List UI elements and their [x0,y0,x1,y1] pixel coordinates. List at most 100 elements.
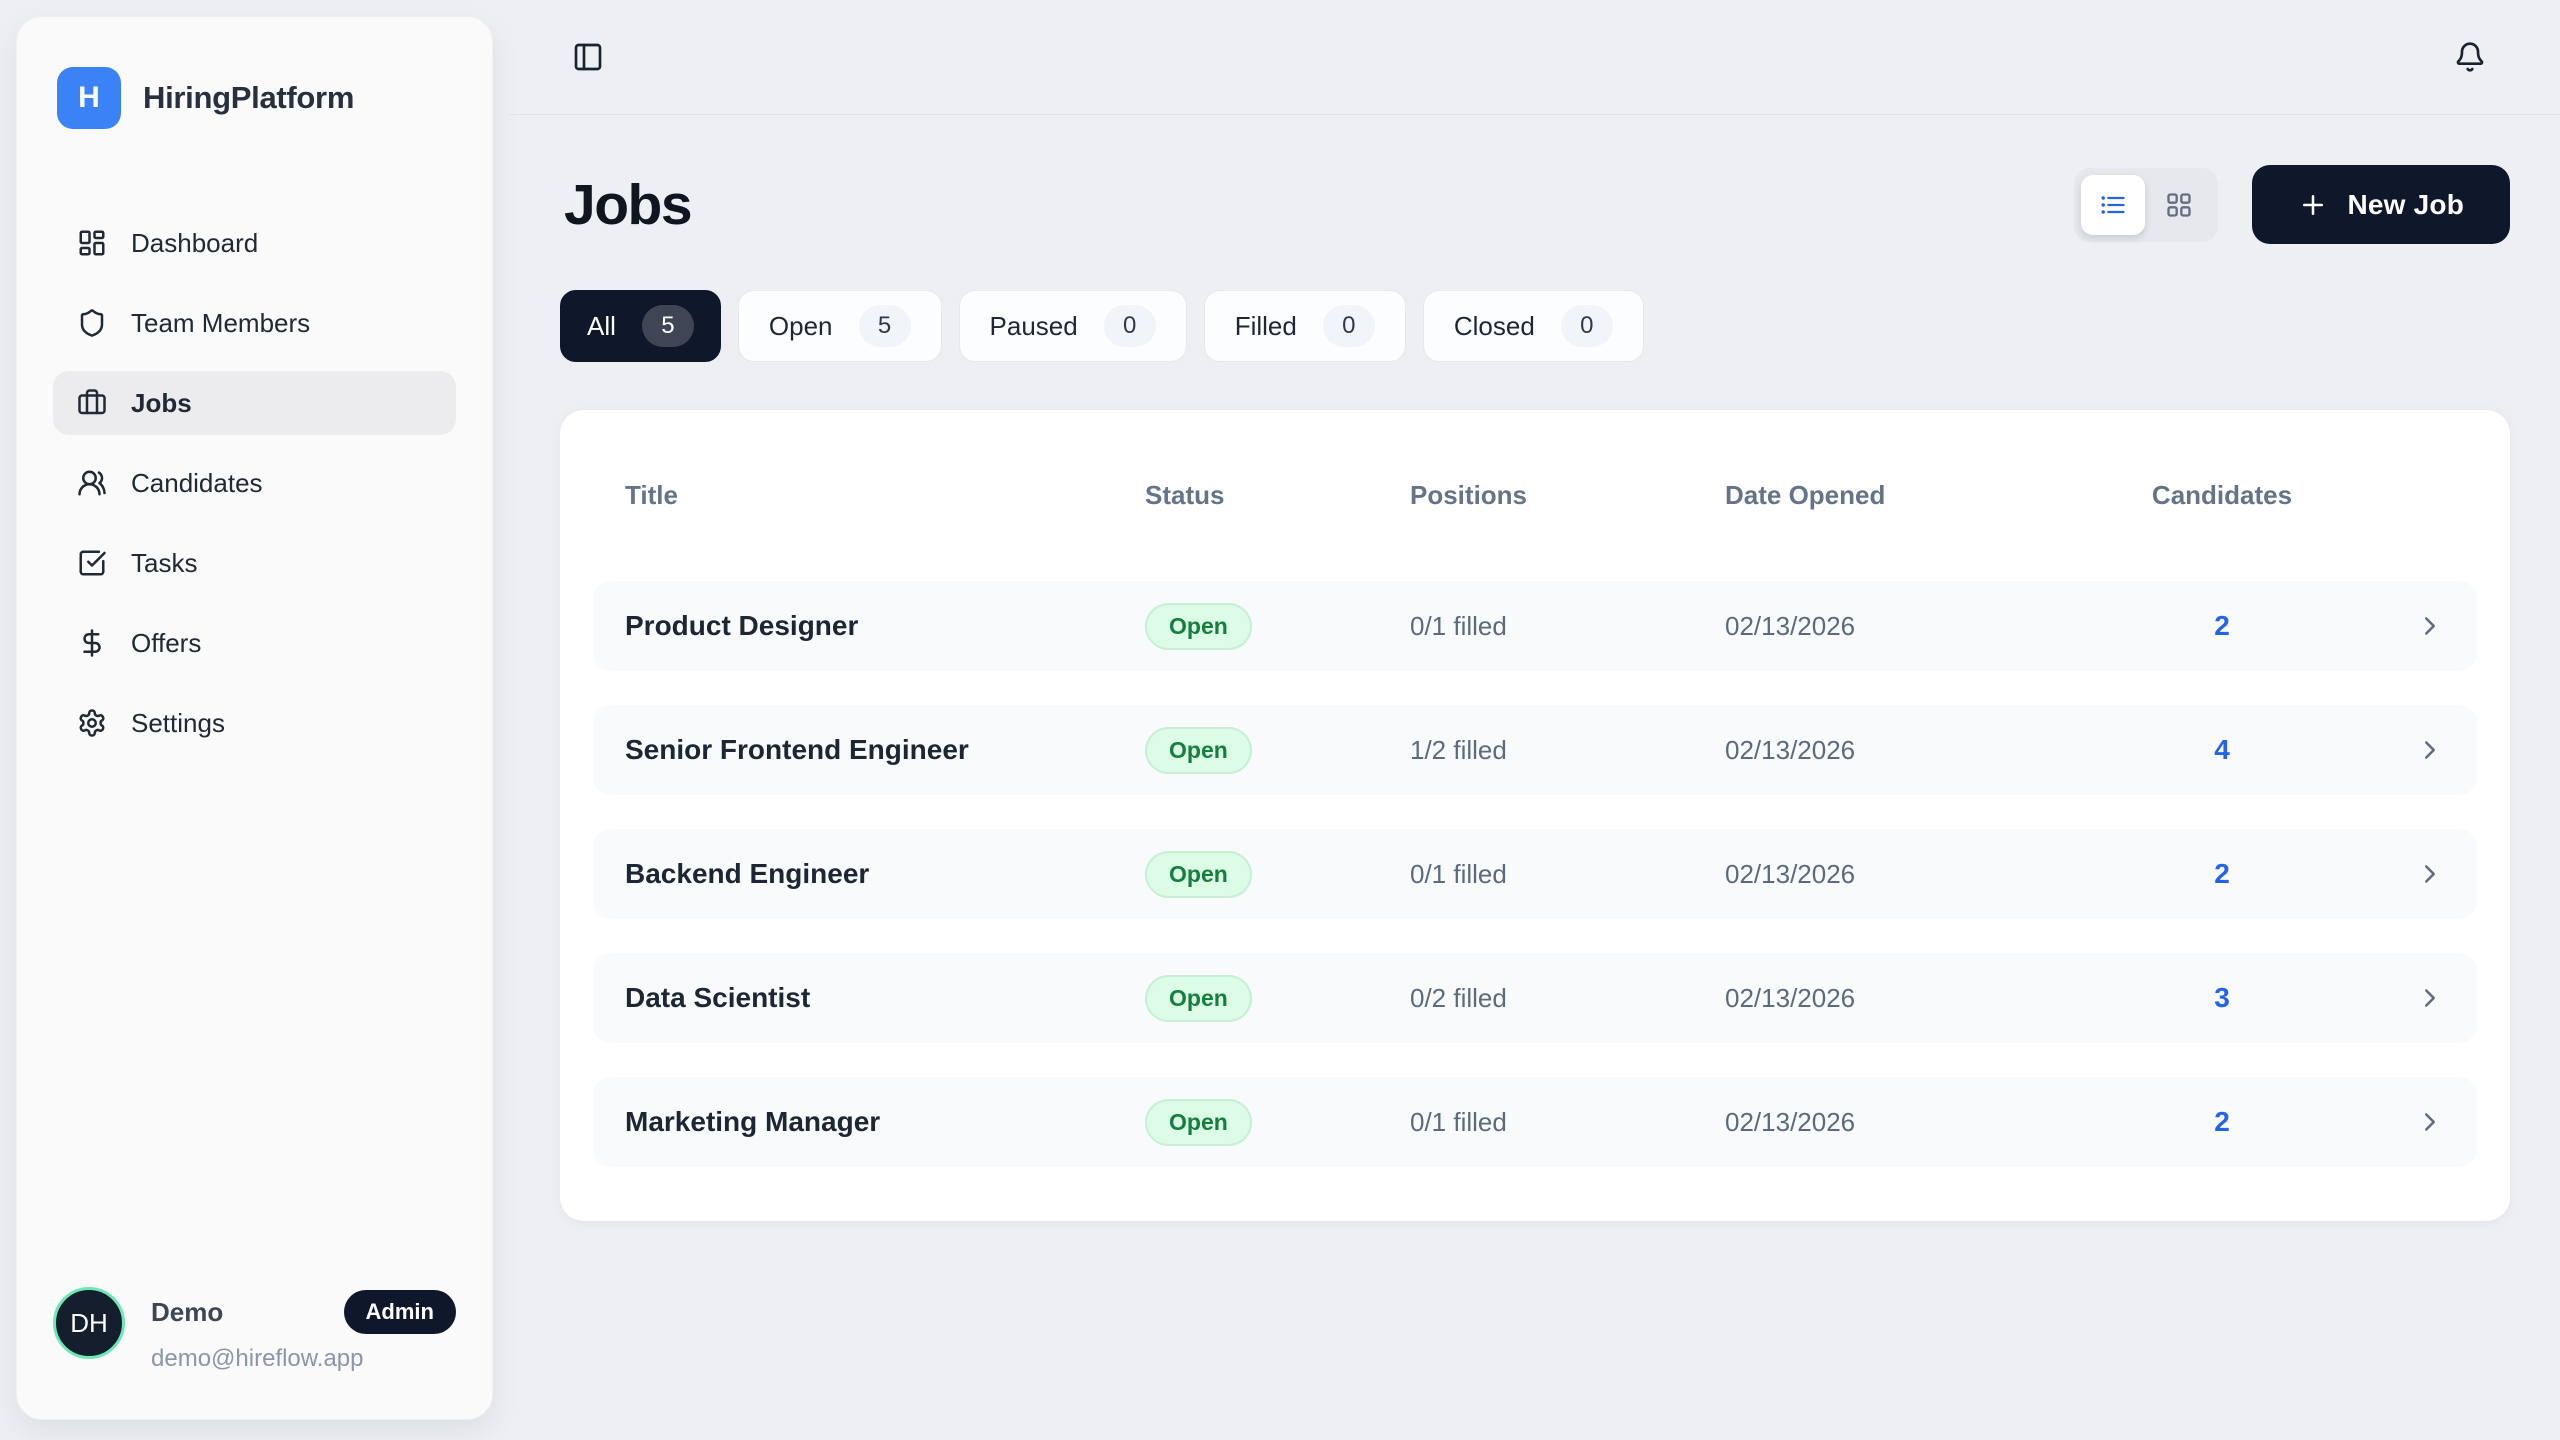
chevron-right-icon [2415,735,2445,765]
date-opened-cell: 02/13/2026 [1725,735,2055,766]
positions-cell: 0/1 filled [1410,611,1725,642]
role-badge: Admin [344,1290,456,1334]
table-row[interactable]: Senior Frontend Engineer Open 1/2 filled… [593,705,2477,795]
job-title: Product Designer [625,610,1145,642]
list-view-icon [2099,191,2127,219]
sidebar-item-jobs[interactable]: Jobs [53,371,456,435]
filter-tab-all[interactable]: All 5 [560,290,721,362]
sidebar-item-label: Tasks [131,548,197,579]
table-row[interactable]: Data Scientist Open 0/2 filled 02/13/202… [593,953,2477,1043]
sidebar-item-tasks[interactable]: Tasks [53,531,456,595]
filter-tab-filled[interactable]: Filled 0 [1204,290,1406,362]
table-row[interactable]: Product Designer Open 0/1 filled 02/13/2… [593,581,2477,671]
gear-icon [77,708,107,738]
filter-tab-closed[interactable]: Closed 0 [1423,290,1644,362]
column-header-candidates: Candidates [2055,480,2389,511]
positions-cell: 0/2 filled [1410,983,1725,1014]
user-card[interactable]: DH Demo Admin demo@hireflow.app [53,1287,456,1373]
sidebar-item-settings[interactable]: Settings [53,691,456,755]
sidebar-item-label: Offers [131,628,201,659]
status-badge: Open [1145,851,1252,898]
filter-label: All [587,311,616,342]
job-title: Data Scientist [625,982,1145,1014]
page-head: Jobs New Job [560,165,2510,244]
date-opened-cell: 02/13/2026 [1725,611,2055,642]
user-name: Demo [151,1297,223,1328]
jobs-table: Title Status Positions Date Opened Candi… [560,410,2510,1221]
chevron-right-icon [2415,859,2445,889]
head-actions: New Job [2074,165,2510,244]
sidebar-toggle-button[interactable] [572,41,604,73]
candidates-count[interactable]: 2 [2055,1106,2389,1138]
positions-cell: 1/2 filled [1410,735,1725,766]
status-badge: Open [1145,603,1252,650]
grid-view-button[interactable] [2147,175,2211,235]
sidebar-item-label: Jobs [131,388,192,419]
sidebar-item-label: Candidates [131,468,263,499]
filter-count-badge: 0 [1104,305,1156,347]
filter-count-badge: 5 [859,305,911,347]
shield-icon [77,308,107,338]
candidates-count[interactable]: 4 [2055,734,2389,766]
job-title: Marketing Manager [625,1106,1145,1138]
column-header-status: Status [1145,480,1410,511]
panel-left-icon [572,41,604,73]
brand-name: HiringPlatform [143,80,354,116]
avatar: DH [53,1287,125,1359]
job-title: Backend Engineer [625,858,1145,890]
main-area: Jobs New Job All 5 [510,0,2560,1440]
filter-tab-paused[interactable]: Paused 0 [959,290,1187,362]
sidebar-item-team-members[interactable]: Team Members [53,291,456,355]
date-opened-cell: 02/13/2026 [1725,859,2055,890]
status-badge: Open [1145,727,1252,774]
candidates-count[interactable]: 3 [2055,982,2389,1014]
user-email: demo@hireflow.app [151,1345,456,1373]
chevron-right-icon [2415,983,2445,1013]
filter-count-badge: 0 [1323,305,1375,347]
topbar [510,0,2560,115]
plus-icon [2298,190,2328,220]
list-view-button[interactable] [2081,175,2145,235]
brand: H HiringPlatform [53,67,456,129]
grid-view-icon [2165,191,2193,219]
user-info: Demo Admin demo@hireflow.app [151,1287,456,1373]
filter-label: Paused [990,311,1078,342]
chevron-right-icon [2415,611,2445,641]
sidebar-item-candidates[interactable]: Candidates [53,451,456,515]
filter-label: Filled [1235,311,1297,342]
filter-label: Closed [1454,311,1535,342]
bell-icon [2454,41,2486,73]
new-job-button[interactable]: New Job [2252,165,2510,244]
sidebar-item-offers[interactable]: Offers [53,611,456,675]
candidates-count[interactable]: 2 [2055,610,2389,642]
sidebar-item-label: Team Members [131,308,310,339]
filter-label: Open [769,311,833,342]
table-row[interactable]: Marketing Manager Open 0/1 filled 02/13/… [593,1077,2477,1167]
content: Jobs New Job All 5 [510,165,2560,1221]
filter-tabs: All 5 Open 5 Paused 0 Filled 0 Closed 0 [560,290,2510,362]
sidebar-item-label: Dashboard [131,228,258,259]
briefcase-icon [77,388,107,418]
job-title: Senior Frontend Engineer [625,734,1145,766]
brand-logo-icon: H [57,67,121,129]
filter-count-badge: 0 [1561,305,1613,347]
task-check-icon [77,548,107,578]
users-icon [77,468,107,498]
date-opened-cell: 02/13/2026 [1725,1107,2055,1138]
notifications-button[interactable] [2454,41,2486,73]
new-job-label: New Job [2347,189,2464,221]
table-row[interactable]: Backend Engineer Open 0/1 filled 02/13/2… [593,829,2477,919]
candidates-count[interactable]: 2 [2055,858,2389,890]
filter-tab-open[interactable]: Open 5 [738,290,942,362]
status-badge: Open [1145,975,1252,1022]
sidebar-nav: Dashboard Team Members Jobs Candidates T… [53,211,456,755]
table-header: Title Status Positions Date Opened Candi… [593,480,2477,511]
sidebar: H HiringPlatform Dashboard Team Members … [16,16,493,1420]
column-header-positions: Positions [1410,480,1725,511]
view-toggle [2074,168,2218,242]
sidebar-item-dashboard[interactable]: Dashboard [53,211,456,275]
filter-count-badge: 5 [642,305,694,347]
status-badge: Open [1145,1099,1252,1146]
dashboard-icon [77,228,107,258]
column-header-date-opened: Date Opened [1725,480,2055,511]
